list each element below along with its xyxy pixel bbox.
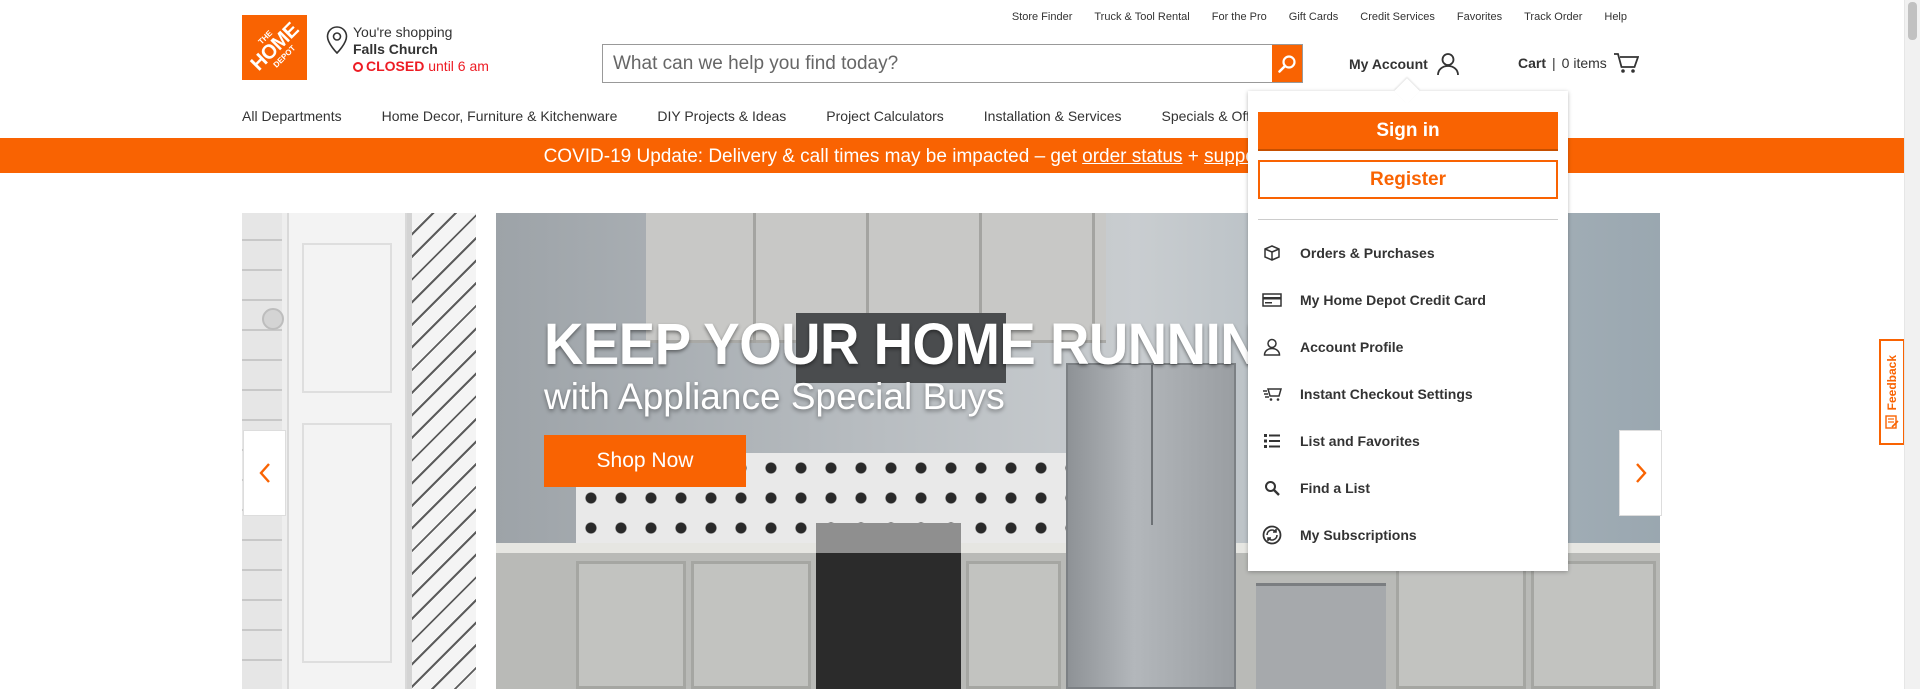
store-city: Falls Church: [353, 41, 438, 57]
refrigerator: [1066, 363, 1236, 689]
menu-item-label: My Subscriptions: [1300, 526, 1417, 543]
feedback-tab[interactable]: Feedback: [1879, 339, 1905, 445]
nav-home-decor[interactable]: Home Decor, Furniture & Kitchenware: [382, 108, 618, 124]
location-pin-icon: [326, 26, 348, 54]
nav-diy-projects[interactable]: DIY Projects & Ideas: [657, 108, 786, 124]
fast-cart-icon: [1262, 384, 1282, 404]
scrollbar-thumb[interactable]: [1908, 2, 1917, 40]
covid-plus: +: [1182, 146, 1205, 167]
cart-separator: |: [1552, 55, 1556, 71]
store-status: CLOSED until 6 am: [353, 58, 506, 75]
order-status-link[interactable]: order status: [1082, 146, 1182, 167]
user-icon: [1436, 53, 1459, 76]
store-finder-link[interactable]: Store Finder: [1012, 11, 1073, 23]
store-hours-text: until 6 am: [428, 58, 489, 74]
account-dropdown: Sign in Register Orders & Purchases My H…: [1248, 78, 1568, 571]
menu-account-profile[interactable]: Account Profile: [1248, 323, 1568, 370]
door-knob: [262, 308, 284, 330]
main-nav: All Departments Home Decor, Furniture & …: [242, 108, 1269, 124]
account-menu: Orders & Purchases My Home Depot Credit …: [1248, 229, 1568, 558]
menu-item-label: Account Profile: [1300, 338, 1404, 355]
list-icon: [1262, 431, 1282, 451]
page-scrollbar[interactable]: [1904, 0, 1920, 689]
cart-icon: [1613, 53, 1639, 73]
menu-subscriptions[interactable]: My Subscriptions: [1248, 511, 1568, 558]
covid-banner-text: COVID-19 Update: Delivery & call times m…: [543, 146, 1083, 167]
search-bar: [602, 44, 1303, 83]
closed-icon: [353, 62, 363, 72]
register-button[interactable]: Register: [1258, 160, 1558, 199]
subscription-icon: [1262, 525, 1282, 545]
menu-item-label: Orders & Purchases: [1300, 244, 1435, 261]
store-closed-text: CLOSED: [366, 58, 425, 74]
site-header: THE HOME DEPOT You're shopping Falls Chu…: [0, 0, 1904, 140]
menu-orders-purchases[interactable]: Orders & Purchases: [1248, 229, 1568, 276]
nav-installation-services[interactable]: Installation & Services: [984, 108, 1122, 124]
my-account-label: My Account: [1349, 56, 1428, 72]
track-order-link[interactable]: Track Order: [1524, 11, 1582, 23]
covid-banner: COVID-19 Update: Delivery & call times m…: [0, 140, 1904, 173]
credit-card-icon: [1262, 290, 1282, 310]
menu-item-label: Instant Checkout Settings: [1300, 385, 1473, 402]
feedback-label: Feedback: [1885, 355, 1899, 411]
favorites-link[interactable]: Favorites: [1457, 11, 1502, 23]
cart-label: Cart: [1518, 55, 1547, 71]
help-link[interactable]: Help: [1604, 11, 1627, 23]
stove: [816, 523, 961, 689]
sign-in-button[interactable]: Sign in: [1258, 112, 1558, 151]
feedback-edit-icon: [1885, 414, 1899, 429]
gift-cards-link[interactable]: Gift Cards: [1289, 11, 1339, 23]
cart-count: 0 items: [1561, 55, 1607, 71]
my-account-button[interactable]: My Account: [1349, 52, 1460, 76]
chevron-right-icon: [1635, 463, 1647, 483]
menu-credit-card[interactable]: My Home Depot Credit Card: [1248, 276, 1568, 323]
utility-links: Store Finder Truck & Tool Rental For the…: [1012, 11, 1627, 23]
store-selector[interactable]: You're shopping Falls Church CLOSED unti…: [326, 24, 506, 75]
nav-all-departments[interactable]: All Departments: [242, 108, 342, 124]
menu-find-a-list[interactable]: Find a List: [1248, 464, 1568, 511]
carousel-prev-button[interactable]: [243, 430, 286, 516]
menu-item-label: List and Favorites: [1300, 432, 1420, 449]
menu-list-favorites[interactable]: List and Favorites: [1248, 417, 1568, 464]
store-label: You're shopping: [353, 24, 453, 40]
search-input[interactable]: [603, 45, 1272, 82]
shop-now-button[interactable]: Shop Now: [544, 435, 746, 487]
search-icon: [1278, 54, 1296, 73]
hero-title: KEEP YOUR HOME RUNNING: [544, 312, 1302, 377]
user-icon: [1262, 337, 1282, 357]
menu-item-label: My Home Depot Credit Card: [1300, 291, 1486, 308]
for-the-pro-link[interactable]: For the Pro: [1212, 11, 1267, 23]
chevron-left-icon: [258, 463, 270, 483]
home-depot-logo[interactable]: THE HOME DEPOT: [242, 15, 307, 80]
search-button[interactable]: [1272, 45, 1302, 82]
search-icon: [1262, 478, 1282, 498]
menu-instant-checkout[interactable]: Instant Checkout Settings: [1248, 370, 1568, 417]
dropdown-divider: [1258, 219, 1558, 220]
hero-subtitle: with Appliance Special Buys: [544, 376, 1005, 417]
dishwasher: [1256, 583, 1386, 689]
nav-project-calculators[interactable]: Project Calculators: [826, 108, 944, 124]
credit-services-link[interactable]: Credit Services: [1360, 11, 1435, 23]
box-icon: [1262, 243, 1282, 263]
truck-tool-rental-link[interactable]: Truck & Tool Rental: [1094, 11, 1189, 23]
menu-item-label: Find a List: [1300, 479, 1370, 496]
carousel-next-button[interactable]: [1619, 430, 1662, 516]
cart-button[interactable]: Cart | 0 items: [1518, 52, 1639, 74]
